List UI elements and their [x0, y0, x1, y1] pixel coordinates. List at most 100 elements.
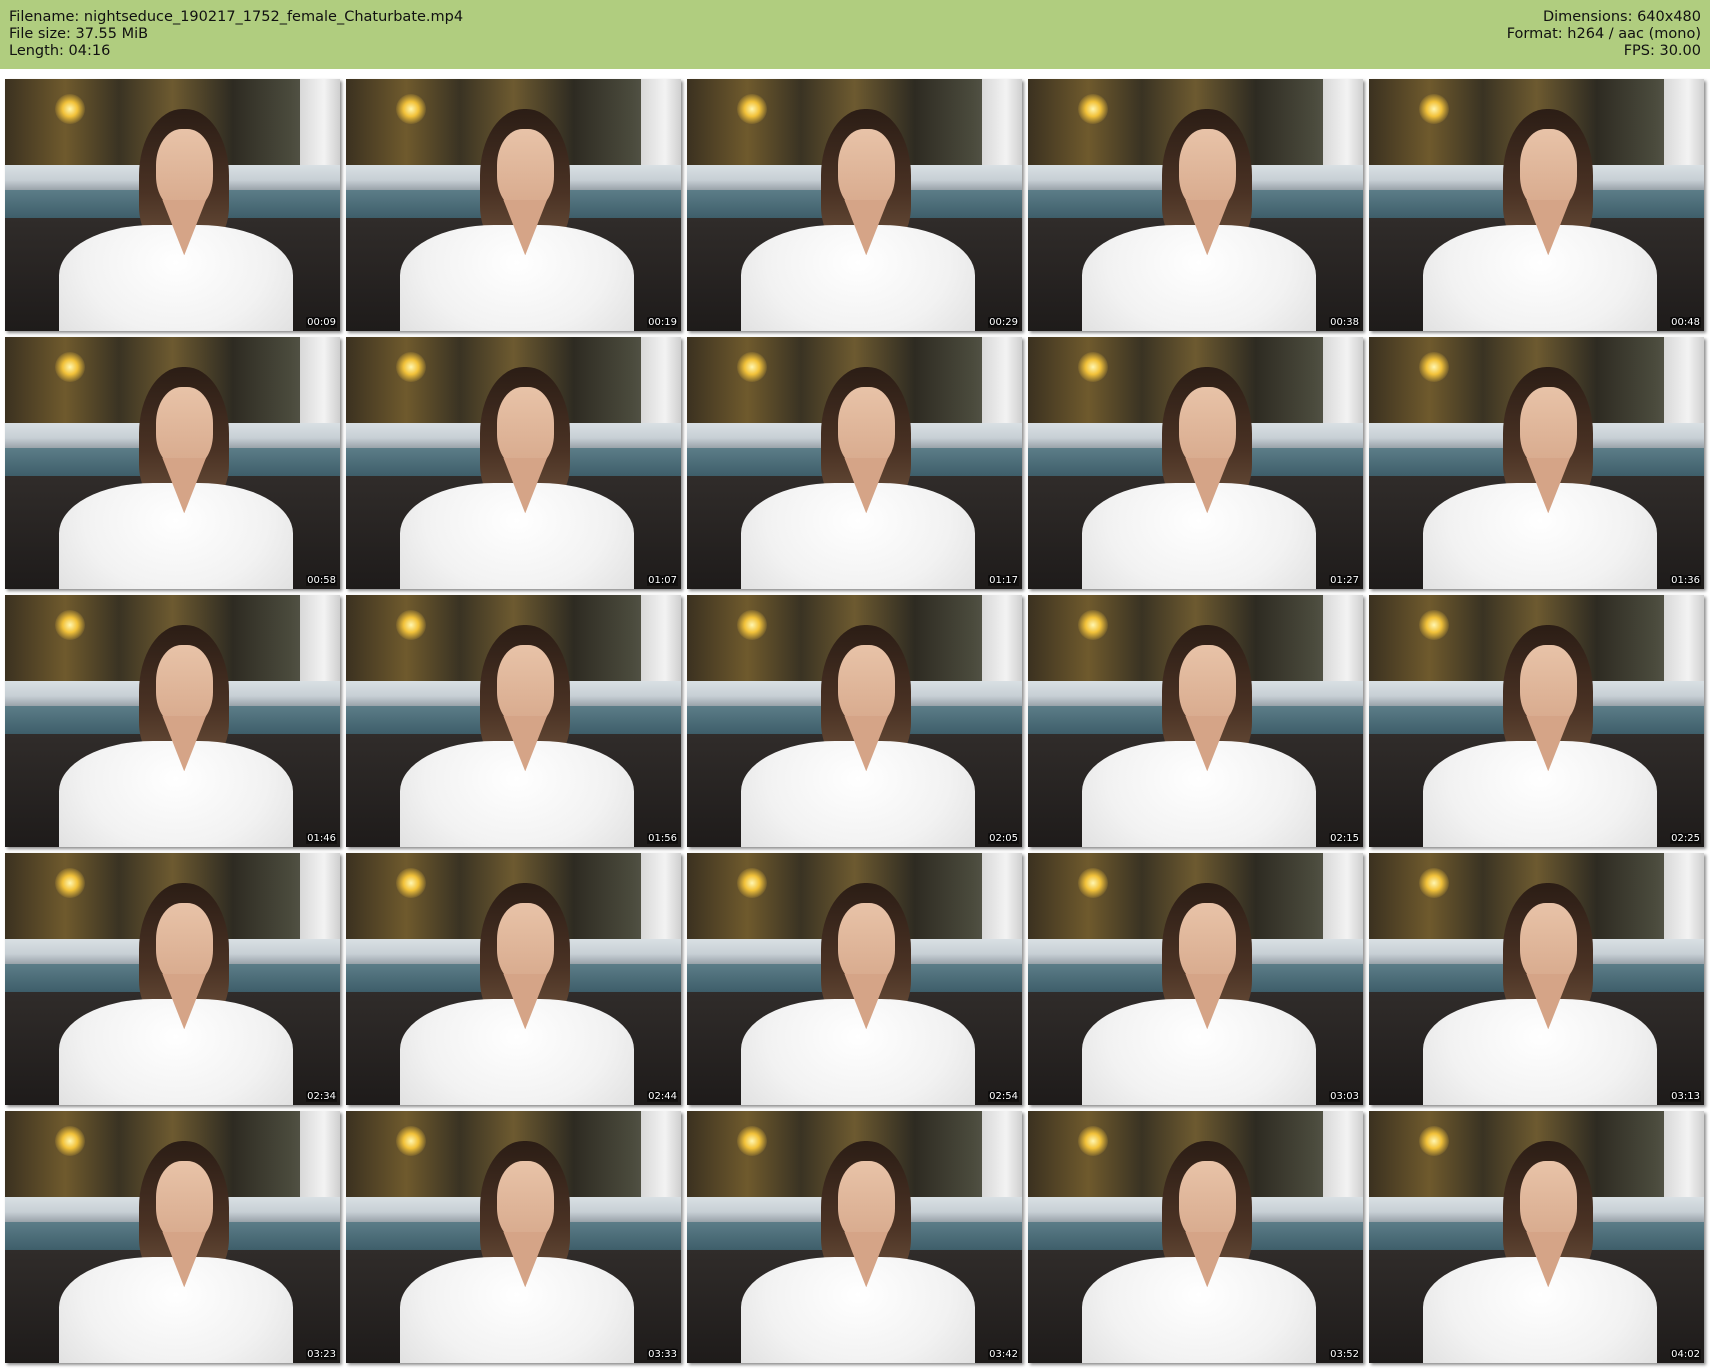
thumbnail-timestamp: 02:44 — [647, 1091, 678, 1102]
thumbnail[interactable]: 02:44 — [346, 853, 681, 1105]
scene-robe — [1081, 483, 1317, 589]
scene-robe — [740, 1257, 976, 1363]
thumbnail[interactable]: 00:19 — [346, 79, 681, 331]
thumbnail-timestamp: 02:25 — [1670, 833, 1701, 844]
filename-label: Filename: — [9, 9, 80, 25]
scene-robe — [740, 741, 976, 847]
thumbnail[interactable]: 02:34 — [5, 853, 340, 1105]
scene-robe — [740, 999, 976, 1105]
scene-face — [837, 1161, 895, 1243]
scene-robe — [1422, 483, 1658, 589]
thumbnail-timestamp: 03:33 — [647, 1349, 678, 1360]
filename-row: Filename: nightseduce_190217_1752_female… — [9, 9, 463, 26]
scene-face — [496, 387, 554, 469]
thumbnail-timestamp: 03:23 — [306, 1349, 337, 1360]
thumbnail-timestamp: 01:56 — [647, 833, 678, 844]
scene-face — [1519, 903, 1577, 985]
thumbnail-timestamp: 03:42 — [988, 1349, 1019, 1360]
thumbnail[interactable]: 01:36 — [1369, 337, 1704, 589]
thumbnail[interactable]: 02:15 — [1028, 595, 1363, 847]
scene-face — [1178, 387, 1236, 469]
thumbnail-timestamp: 01:07 — [647, 575, 678, 586]
thumbnail-timestamp: 00:09 — [306, 317, 337, 328]
fps-row: FPS: 30.00 — [1507, 43, 1701, 60]
thumbnail-timestamp: 01:46 — [306, 833, 337, 844]
scene-robe — [1081, 741, 1317, 847]
scene-robe — [1422, 225, 1658, 331]
thumbnail[interactable]: 03:13 — [1369, 853, 1704, 1105]
dimensions-label: Dimensions: — [1542, 9, 1633, 25]
thumbnail-timestamp: 03:03 — [1329, 1091, 1360, 1102]
length-label: Length: — [9, 43, 64, 59]
thumbnail[interactable]: 01:46 — [5, 595, 340, 847]
thumbnail-timestamp: 00:38 — [1329, 317, 1360, 328]
scene-robe — [58, 225, 294, 331]
scene-robe — [399, 741, 635, 847]
thumbnail[interactable]: 04:02 — [1369, 1111, 1704, 1363]
thumbnail[interactable]: 03:52 — [1028, 1111, 1363, 1363]
scene-face — [1519, 387, 1577, 469]
scene-robe — [740, 225, 976, 331]
thumbnail[interactable]: 03:42 — [687, 1111, 1022, 1363]
scene-face — [496, 129, 554, 211]
scene-face — [837, 129, 895, 211]
info-header: Filename: nightseduce_190217_1752_female… — [0, 0, 1710, 69]
thumbnail[interactable]: 00:09 — [5, 79, 340, 331]
thumbnail-timestamp: 00:58 — [306, 575, 337, 586]
thumbnail[interactable]: 01:27 — [1028, 337, 1363, 589]
thumbnail[interactable]: 00:29 — [687, 79, 1022, 331]
thumbnail-timestamp: 01:17 — [988, 575, 1019, 586]
thumbnail-timestamp: 00:48 — [1670, 317, 1701, 328]
thumbnail[interactable]: 01:17 — [687, 337, 1022, 589]
thumbnail[interactable]: 01:56 — [346, 595, 681, 847]
scene-face — [155, 1161, 213, 1243]
filesize-label: File size: — [9, 26, 71, 42]
scene-robe — [1422, 1257, 1658, 1363]
thumbnail[interactable]: 01:07 — [346, 337, 681, 589]
scene-face — [496, 1161, 554, 1243]
scene-face — [837, 387, 895, 469]
thumbnail-timestamp: 02:34 — [306, 1091, 337, 1102]
scene-robe — [58, 999, 294, 1105]
filesize-row: File size: 37.55 MiB — [9, 26, 463, 43]
scene-face — [155, 129, 213, 211]
info-left: Filename: nightseduce_190217_1752_female… — [9, 9, 463, 60]
thumbnail[interactable]: 03:33 — [346, 1111, 681, 1363]
thumbnail[interactable]: 00:48 — [1369, 79, 1704, 331]
thumbnail[interactable]: 02:05 — [687, 595, 1022, 847]
format-value: h264 / aac (mono) — [1567, 26, 1701, 42]
scene-face — [1519, 129, 1577, 211]
scene-robe — [1422, 999, 1658, 1105]
info-right: Dimensions: 640x480 Format: h264 / aac (… — [1507, 9, 1701, 60]
scene-robe — [399, 225, 635, 331]
scene-face — [1178, 903, 1236, 985]
scene-robe — [740, 483, 976, 589]
fps-label: FPS: — [1623, 43, 1655, 59]
filename-value: nightseduce_190217_1752_female_Chaturbat… — [83, 9, 464, 25]
scene-robe — [58, 1257, 294, 1363]
thumbnail[interactable]: 02:54 — [687, 853, 1022, 1105]
length-value: 04:16 — [68, 43, 111, 59]
scene-robe — [399, 483, 635, 589]
scene-robe — [58, 741, 294, 847]
thumbnail[interactable]: 00:58 — [5, 337, 340, 589]
scene-face — [837, 903, 895, 985]
scene-face — [1519, 645, 1577, 727]
scene-robe — [1081, 999, 1317, 1105]
thumbnail-timestamp: 03:52 — [1329, 1349, 1360, 1360]
thumbnail-timestamp: 00:19 — [647, 317, 678, 328]
scene-face — [155, 645, 213, 727]
scene-face — [155, 903, 213, 985]
scene-robe — [1081, 1257, 1317, 1363]
dimensions-row: Dimensions: 640x480 — [1507, 9, 1701, 26]
scene-face — [837, 645, 895, 727]
scene-robe — [399, 1257, 635, 1363]
scene-face — [1178, 1161, 1236, 1243]
scene-robe — [399, 999, 635, 1105]
thumbnail[interactable]: 00:38 — [1028, 79, 1363, 331]
thumbnail[interactable]: 03:23 — [5, 1111, 340, 1363]
thumbnail-timestamp: 00:29 — [988, 317, 1019, 328]
thumbnail[interactable]: 02:25 — [1369, 595, 1704, 847]
thumbnail[interactable]: 03:03 — [1028, 853, 1363, 1105]
thumbnail-grid: 00:09 00:19 00:29 00:38 00:48 00:58 01:07 01:17… — [5, 79, 1705, 1367]
